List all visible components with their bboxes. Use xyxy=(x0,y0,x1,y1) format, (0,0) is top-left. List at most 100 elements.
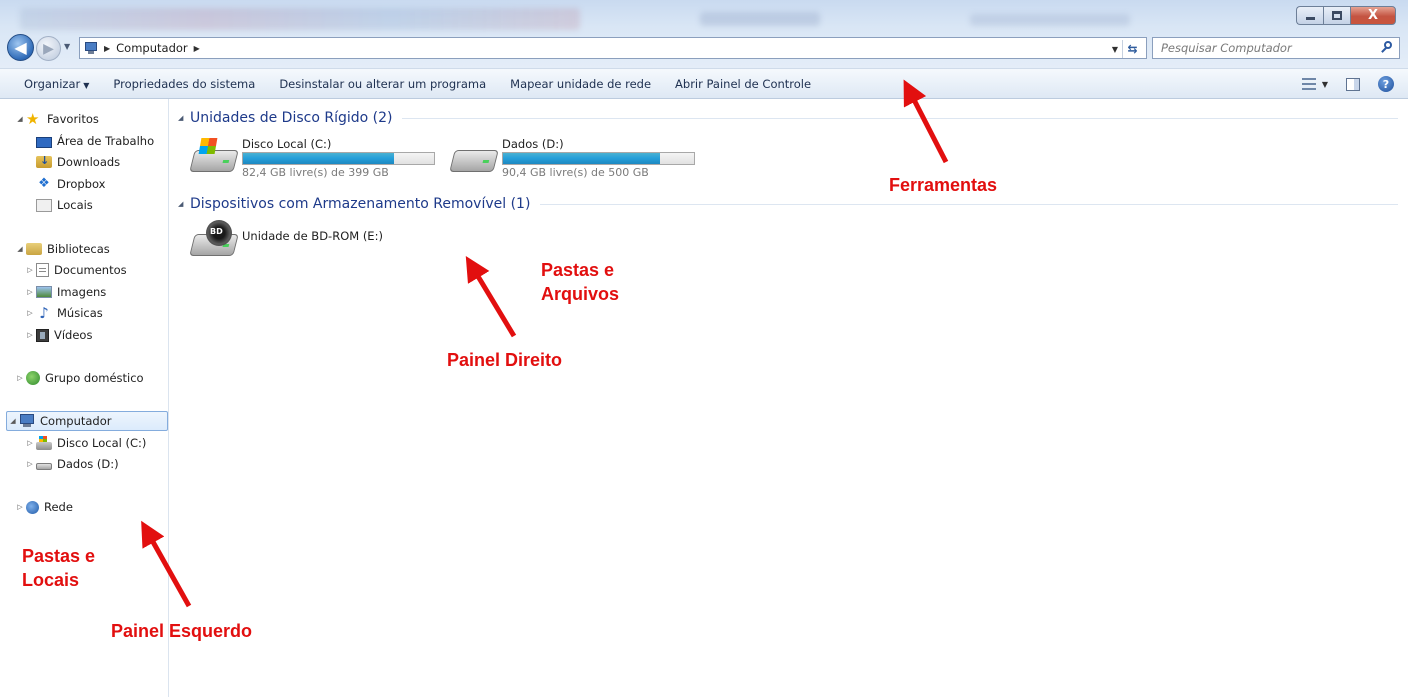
breadcrumb-chevron-icon[interactable]: ▶ xyxy=(104,44,110,53)
bd-rom-drive-icon: BD xyxy=(188,220,239,258)
music-note-icon: ♪ xyxy=(39,304,49,322)
drive-usage-fill xyxy=(243,153,394,164)
collapsed-arrow-icon[interactable]: ▷ xyxy=(14,503,26,511)
sidebar-item-computador[interactable]: ◢ Computador xyxy=(6,411,168,431)
sidebar-item-downloads[interactable]: Downloads xyxy=(36,152,120,172)
libraries-icon xyxy=(26,243,42,255)
sidebar-item-label: Área de Trabalho xyxy=(57,134,155,148)
sidebar-item-dados[interactable]: ▷ Dados (D:) xyxy=(24,454,119,474)
maximize-icon xyxy=(1332,11,1342,20)
downloads-folder-icon xyxy=(36,154,52,168)
change-view-icon[interactable] xyxy=(1301,78,1316,90)
collapsed-arrow-icon[interactable]: ▷ xyxy=(24,439,36,447)
group-divider xyxy=(402,117,1398,119)
sidebar-item-documentos[interactable]: ▷ Documentos xyxy=(24,260,127,280)
search-icon[interactable] xyxy=(1379,40,1395,56)
chevron-down-icon: ▼ xyxy=(83,80,90,90)
forward-arrow-icon: ▶ xyxy=(43,40,54,57)
annotation-painel-esquerdo: Painel Esquerdo xyxy=(111,621,253,641)
collapsed-arrow-icon[interactable]: ▷ xyxy=(24,331,36,339)
window-controls: X xyxy=(1296,6,1396,25)
collapsed-arrow-icon[interactable]: ▷ xyxy=(24,309,36,317)
refresh-button[interactable]: ⇆ xyxy=(1122,40,1142,58)
organizar-menu[interactable]: Organizar ▼ xyxy=(14,77,99,91)
annotation-pastas-locais-line1: Pastas e xyxy=(22,546,96,566)
abrir-painel-controle-button[interactable]: Abrir Painel de Controle xyxy=(665,77,821,91)
expanded-arrow-icon[interactable]: ◢ xyxy=(14,245,26,253)
preview-pane-icon[interactable] xyxy=(1346,77,1360,91)
sidebar-item-favoritos[interactable]: ◢ ★ Favoritos xyxy=(14,109,99,129)
refresh-icon: ⇆ xyxy=(1127,42,1138,56)
drive-info: Unidade de BD-ROM (E:) xyxy=(242,220,383,258)
sidebar-item-disco-local[interactable]: ▷ Disco Local (C:) xyxy=(24,433,146,453)
recent-pages-dropdown[interactable]: ▼ xyxy=(64,42,70,51)
sidebar-item-label: Rede xyxy=(44,500,73,514)
windows-logo-icon xyxy=(198,138,218,154)
drive-item-c[interactable]: Disco Local (C:) 82,4 GB livre(s) de 399… xyxy=(188,136,435,181)
maximize-button[interactable] xyxy=(1323,6,1350,25)
close-icon: X xyxy=(1367,8,1379,23)
drive-usage-fill xyxy=(503,153,660,164)
sidebar-item-label: Grupo doméstico xyxy=(45,371,144,385)
collapsed-arrow-icon[interactable]: ▷ xyxy=(24,460,36,468)
address-history-dropdown-icon[interactable]: ▼ xyxy=(1112,45,1118,54)
sidebar-item-videos[interactable]: ▷ Vídeos xyxy=(24,325,92,345)
sidebar-item-label: Downloads xyxy=(57,155,121,169)
sidebar-item-label: Favoritos xyxy=(47,112,99,126)
sidebar-item-locais[interactable]: Locais xyxy=(36,195,93,215)
blurred-taskbar-area xyxy=(20,8,580,30)
group-header-removivel[interactable]: ◢ Dispositivos com Armazenamento Removív… xyxy=(178,194,1398,214)
mapear-unidade-button[interactable]: Mapear unidade de rede xyxy=(500,77,661,91)
collapsed-arrow-icon[interactable]: ▷ xyxy=(24,288,36,296)
expanded-arrow-icon[interactable]: ◢ xyxy=(7,417,19,425)
sidebar-item-bibliotecas[interactable]: ◢ Bibliotecas xyxy=(14,239,109,259)
group-header-disco-rigido[interactable]: ◢ Unidades de Disco Rígido (2) xyxy=(178,108,1398,128)
view-dropdown-icon[interactable]: ▼ xyxy=(1322,80,1328,89)
expanded-arrow-icon[interactable]: ◢ xyxy=(14,115,26,123)
network-icon xyxy=(26,500,39,514)
drive-name: Disco Local (C:) xyxy=(242,137,332,151)
back-button[interactable]: ◀ xyxy=(7,34,34,61)
address-bar[interactable]: ▶ Computador ▶ ▼ ⇆ xyxy=(79,37,1147,59)
toolbar-view-controls: ▼ ? xyxy=(1301,76,1394,92)
breadcrumb-chevron-icon[interactable]: ▶ xyxy=(194,44,200,53)
video-film-icon xyxy=(36,328,49,342)
annotation-pastas-arquivos-line1: Pastas e xyxy=(541,260,615,280)
sidebar-item-label: Dados (D:) xyxy=(57,457,119,471)
forward-button[interactable]: ▶ xyxy=(36,36,61,61)
collapsed-arrow-icon[interactable]: ▷ xyxy=(14,374,26,382)
computer-icon xyxy=(19,414,35,428)
sidebar-item-area-trabalho[interactable]: Área de Trabalho xyxy=(36,131,154,151)
help-icon[interactable]: ? xyxy=(1378,76,1394,92)
group-divider xyxy=(540,203,1398,205)
sidebar-item-rede[interactable]: ▷ Rede xyxy=(14,497,73,517)
hard-drive-icon xyxy=(36,463,52,470)
collapsed-arrow-icon[interactable]: ▷ xyxy=(24,266,36,274)
collapse-arrow-icon[interactable]: ◢ xyxy=(178,114,190,122)
drive-item-bd-rom[interactable]: BD Unidade de BD-ROM (E:) xyxy=(188,220,383,258)
drive-usage-bar xyxy=(502,152,695,165)
sidebar-item-musicas[interactable]: ▷ ♪ Músicas xyxy=(24,303,102,323)
drive-info: Disco Local (C:) 82,4 GB livre(s) de 399… xyxy=(242,136,435,181)
command-toolbar: Organizar ▼ Propriedades do sistema Desin… xyxy=(0,68,1408,99)
propriedades-sistema-button[interactable]: Propriedades do sistema xyxy=(103,77,265,91)
breadcrumb-computador[interactable]: Computador xyxy=(116,41,187,55)
system-drive-icon xyxy=(188,136,239,174)
computer-icon xyxy=(84,42,98,54)
sidebar-item-grupo-domestico[interactable]: ▷ Grupo doméstico xyxy=(14,368,144,388)
group-title: Unidades de Disco Rígido (2) xyxy=(190,110,393,126)
close-button[interactable]: X xyxy=(1350,6,1396,25)
drive-item-d[interactable]: Dados (D:) 90,4 GB livre(s) de 500 GB xyxy=(448,136,695,181)
sidebar-item-imagens[interactable]: ▷ Imagens xyxy=(24,282,106,302)
star-icon: ★ xyxy=(26,110,40,128)
sidebar-item-dropbox[interactable]: ❖ Dropbox xyxy=(36,174,105,194)
content-pane: ◢ Unidades de Disco Rígido (2) Disco Loc… xyxy=(170,99,1408,697)
collapse-arrow-icon[interactable]: ◢ xyxy=(178,200,190,208)
navigation-pane: ◢ ★ Favoritos Área de Trabalho Downloads… xyxy=(0,99,169,697)
search-input[interactable]: Pesquisar Computador xyxy=(1152,37,1400,59)
desktop-icon xyxy=(36,136,52,148)
minimize-button[interactable] xyxy=(1296,6,1323,25)
search-placeholder[interactable]: Pesquisar Computador xyxy=(1161,41,1379,55)
desinstalar-programa-button[interactable]: Desinstalar ou alterar um programa xyxy=(269,77,496,91)
annotation-painel-direito: Painel Direito xyxy=(447,350,563,370)
